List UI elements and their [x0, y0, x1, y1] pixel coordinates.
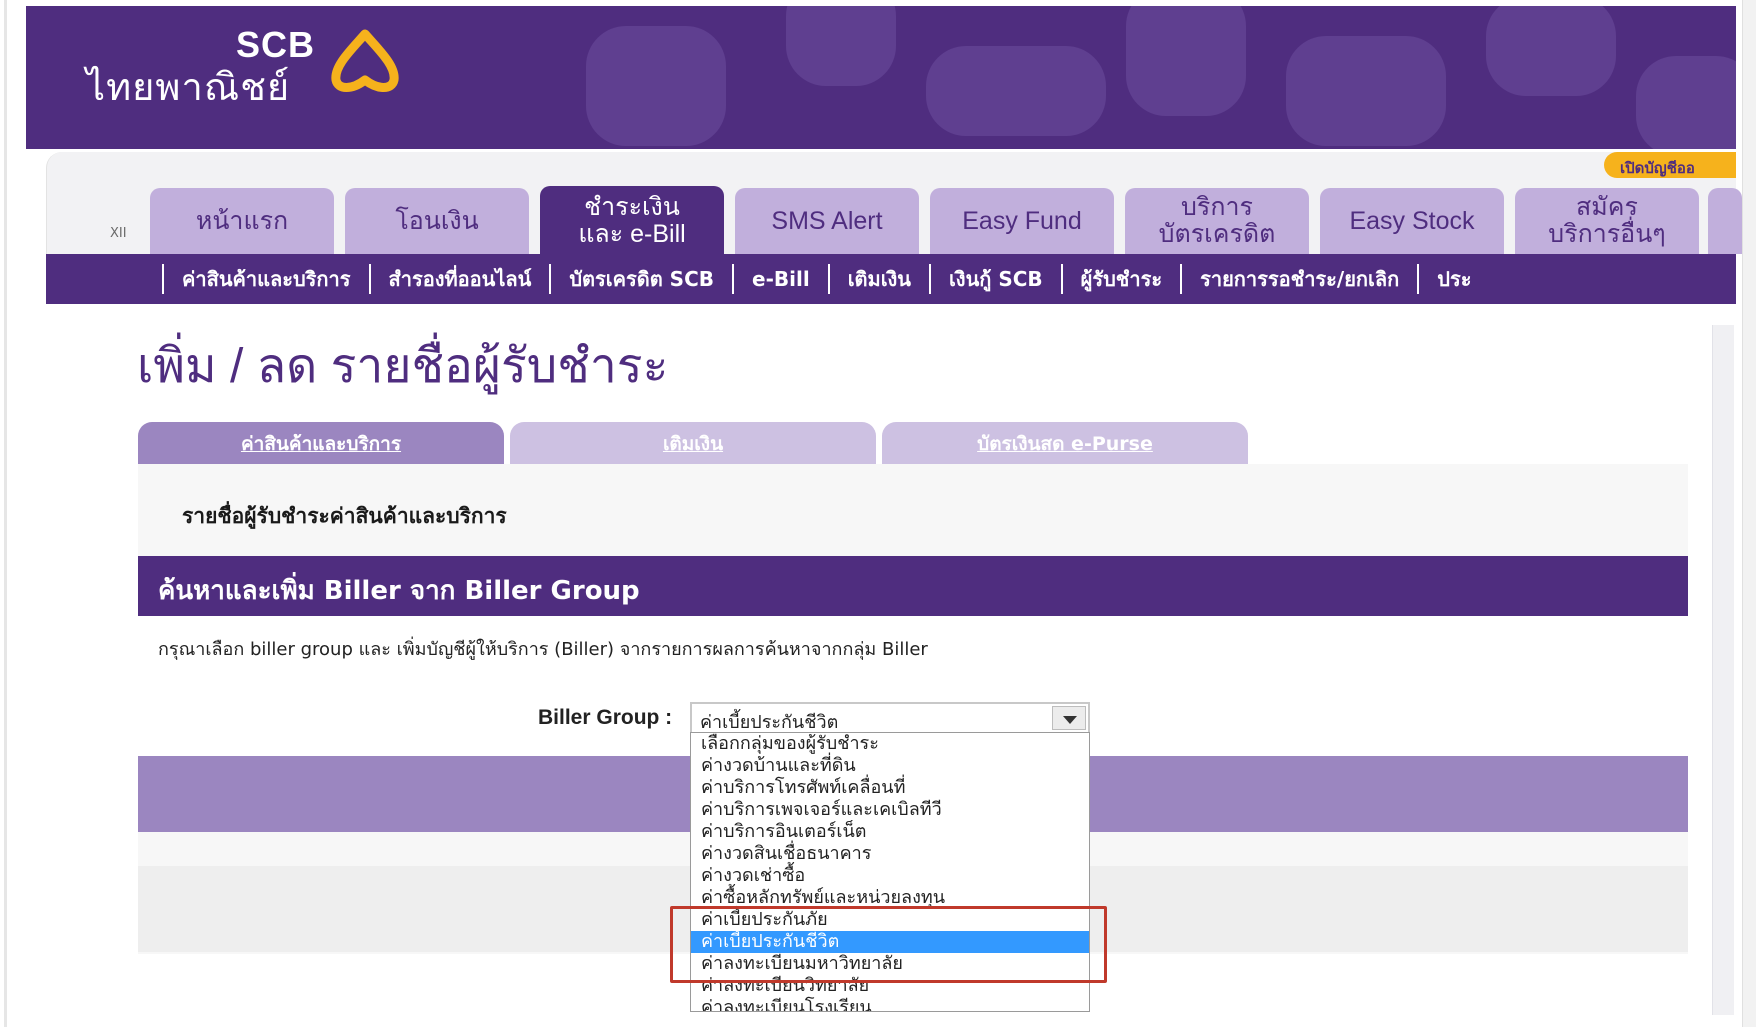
open-account-button[interactable]: เปิดบัญชีออ [1604, 152, 1736, 178]
chevron-down-icon[interactable] [1052, 706, 1086, 730]
instruction-text: กรุณาเลือก biller group และ เพิ่มบัญชีผู… [158, 639, 928, 660]
site-header: SCB ไทยพาณิชย์ [26, 6, 1736, 149]
dropdown-option[interactable]: ค่าบริการโทรศัพท์เคลื่อนที่ [691, 777, 1089, 799]
header-decoration [786, 6, 896, 86]
tab-home[interactable]: หน้าแรก [150, 188, 334, 254]
scb-lotus-icon [331, 29, 399, 92]
tab-top-up[interactable]: เติมเงิน [510, 422, 876, 466]
logo-text-th: ไทยพาณิชย์ [86, 67, 291, 109]
tab-overflow[interactable] [1708, 188, 1742, 254]
tab-e-purse[interactable]: บัตรเงินสด e-Purse [882, 422, 1248, 466]
tab-goods-services[interactable]: ค่าสินค้าและบริการ [138, 422, 504, 466]
tab-easy-fund[interactable]: Easy Fund [930, 188, 1114, 254]
header-decoration [586, 26, 726, 146]
page-scrollbar[interactable] [1712, 325, 1734, 1015]
section-label: รายชื่อผู้รับชำระค่าสินค้าและบริการ [182, 504, 507, 528]
subnav-online-reservation[interactable]: สำรองที่ออนไลน์ [368, 264, 550, 294]
header-decoration [1636, 56, 1736, 149]
window-right-border [1742, 0, 1756, 1027]
dropdown-option[interactable]: ค่าบริการอินเตอร์เน็ต [691, 821, 1089, 843]
dropdown-option[interactable]: เลือกกลุ่มของผู้รับชำระ [691, 733, 1089, 755]
subnav-billers[interactable]: ผู้รับชำระ [1060, 264, 1180, 294]
tab-credit-card[interactable]: บริการ บัตรเครดิต [1125, 188, 1309, 254]
tab-easy-stock[interactable]: Easy Stock [1320, 188, 1504, 254]
biller-group-select[interactable]: ค่าเบี้ยประกันชีวิต [690, 702, 1090, 734]
nav-marker: XII [110, 226, 127, 241]
dropdown-option[interactable]: ค่างวดสินเชื่อธนาคาร [691, 843, 1089, 865]
dropdown-option[interactable]: ค่าบริการเพจเจอร์และเคเบิลทีวี [691, 799, 1089, 821]
search-biller-header: ค้นหาและเพิ่ม Biller จาก Biller Group [138, 556, 1688, 616]
subnav-top-up[interactable]: เติมเงิน [827, 264, 929, 294]
header-decoration [926, 46, 1106, 136]
subnav-pending-cancel[interactable]: รายการรอชำระ/ยกเลิก [1180, 264, 1417, 294]
dropdown-option[interactable]: ค่างวดเช่าซื้อ [691, 865, 1089, 887]
page-title: เพิ่ม / ลด รายชื่อผู้รับชำระ [137, 340, 669, 393]
tab-sms-alert[interactable]: SMS Alert [735, 188, 919, 254]
header-decoration [1126, 6, 1246, 116]
subnav-scb-loan[interactable]: เงินกู้ SCB [928, 264, 1061, 294]
tab-payment-ebill[interactable]: ชำระเงิน และ e-Bill [540, 186, 724, 256]
annotation-highlight-box [670, 906, 1107, 983]
dropdown-option[interactable]: ค่างวดบ้านและที่ดิน [691, 755, 1089, 777]
header-decoration [1486, 6, 1616, 96]
window-left-border [4, 0, 7, 1027]
tab-other-services[interactable]: สมัคร บริการอื่นๆ [1515, 188, 1699, 254]
dropdown-option[interactable]: ค่าลงทะเบียนโรงเรียน [691, 997, 1089, 1011]
biller-group-label: Biller Group : [538, 706, 673, 729]
subnav-overflow[interactable]: ประ [1417, 264, 1489, 294]
subnav-goods-services[interactable]: ค่าสินค้าและบริการ [162, 264, 369, 294]
subnav-ebill[interactable]: e-Bill [732, 264, 828, 294]
header-decoration [1286, 36, 1446, 146]
sub-navigation: ค่าสินค้าและบริการ สำรองที่ออนไลน์ บัตรเ… [46, 254, 1736, 304]
subnav-scb-credit-card[interactable]: บัตรเครดิต SCB [549, 264, 732, 294]
tab-transfer[interactable]: โอนเงิน [345, 188, 529, 254]
